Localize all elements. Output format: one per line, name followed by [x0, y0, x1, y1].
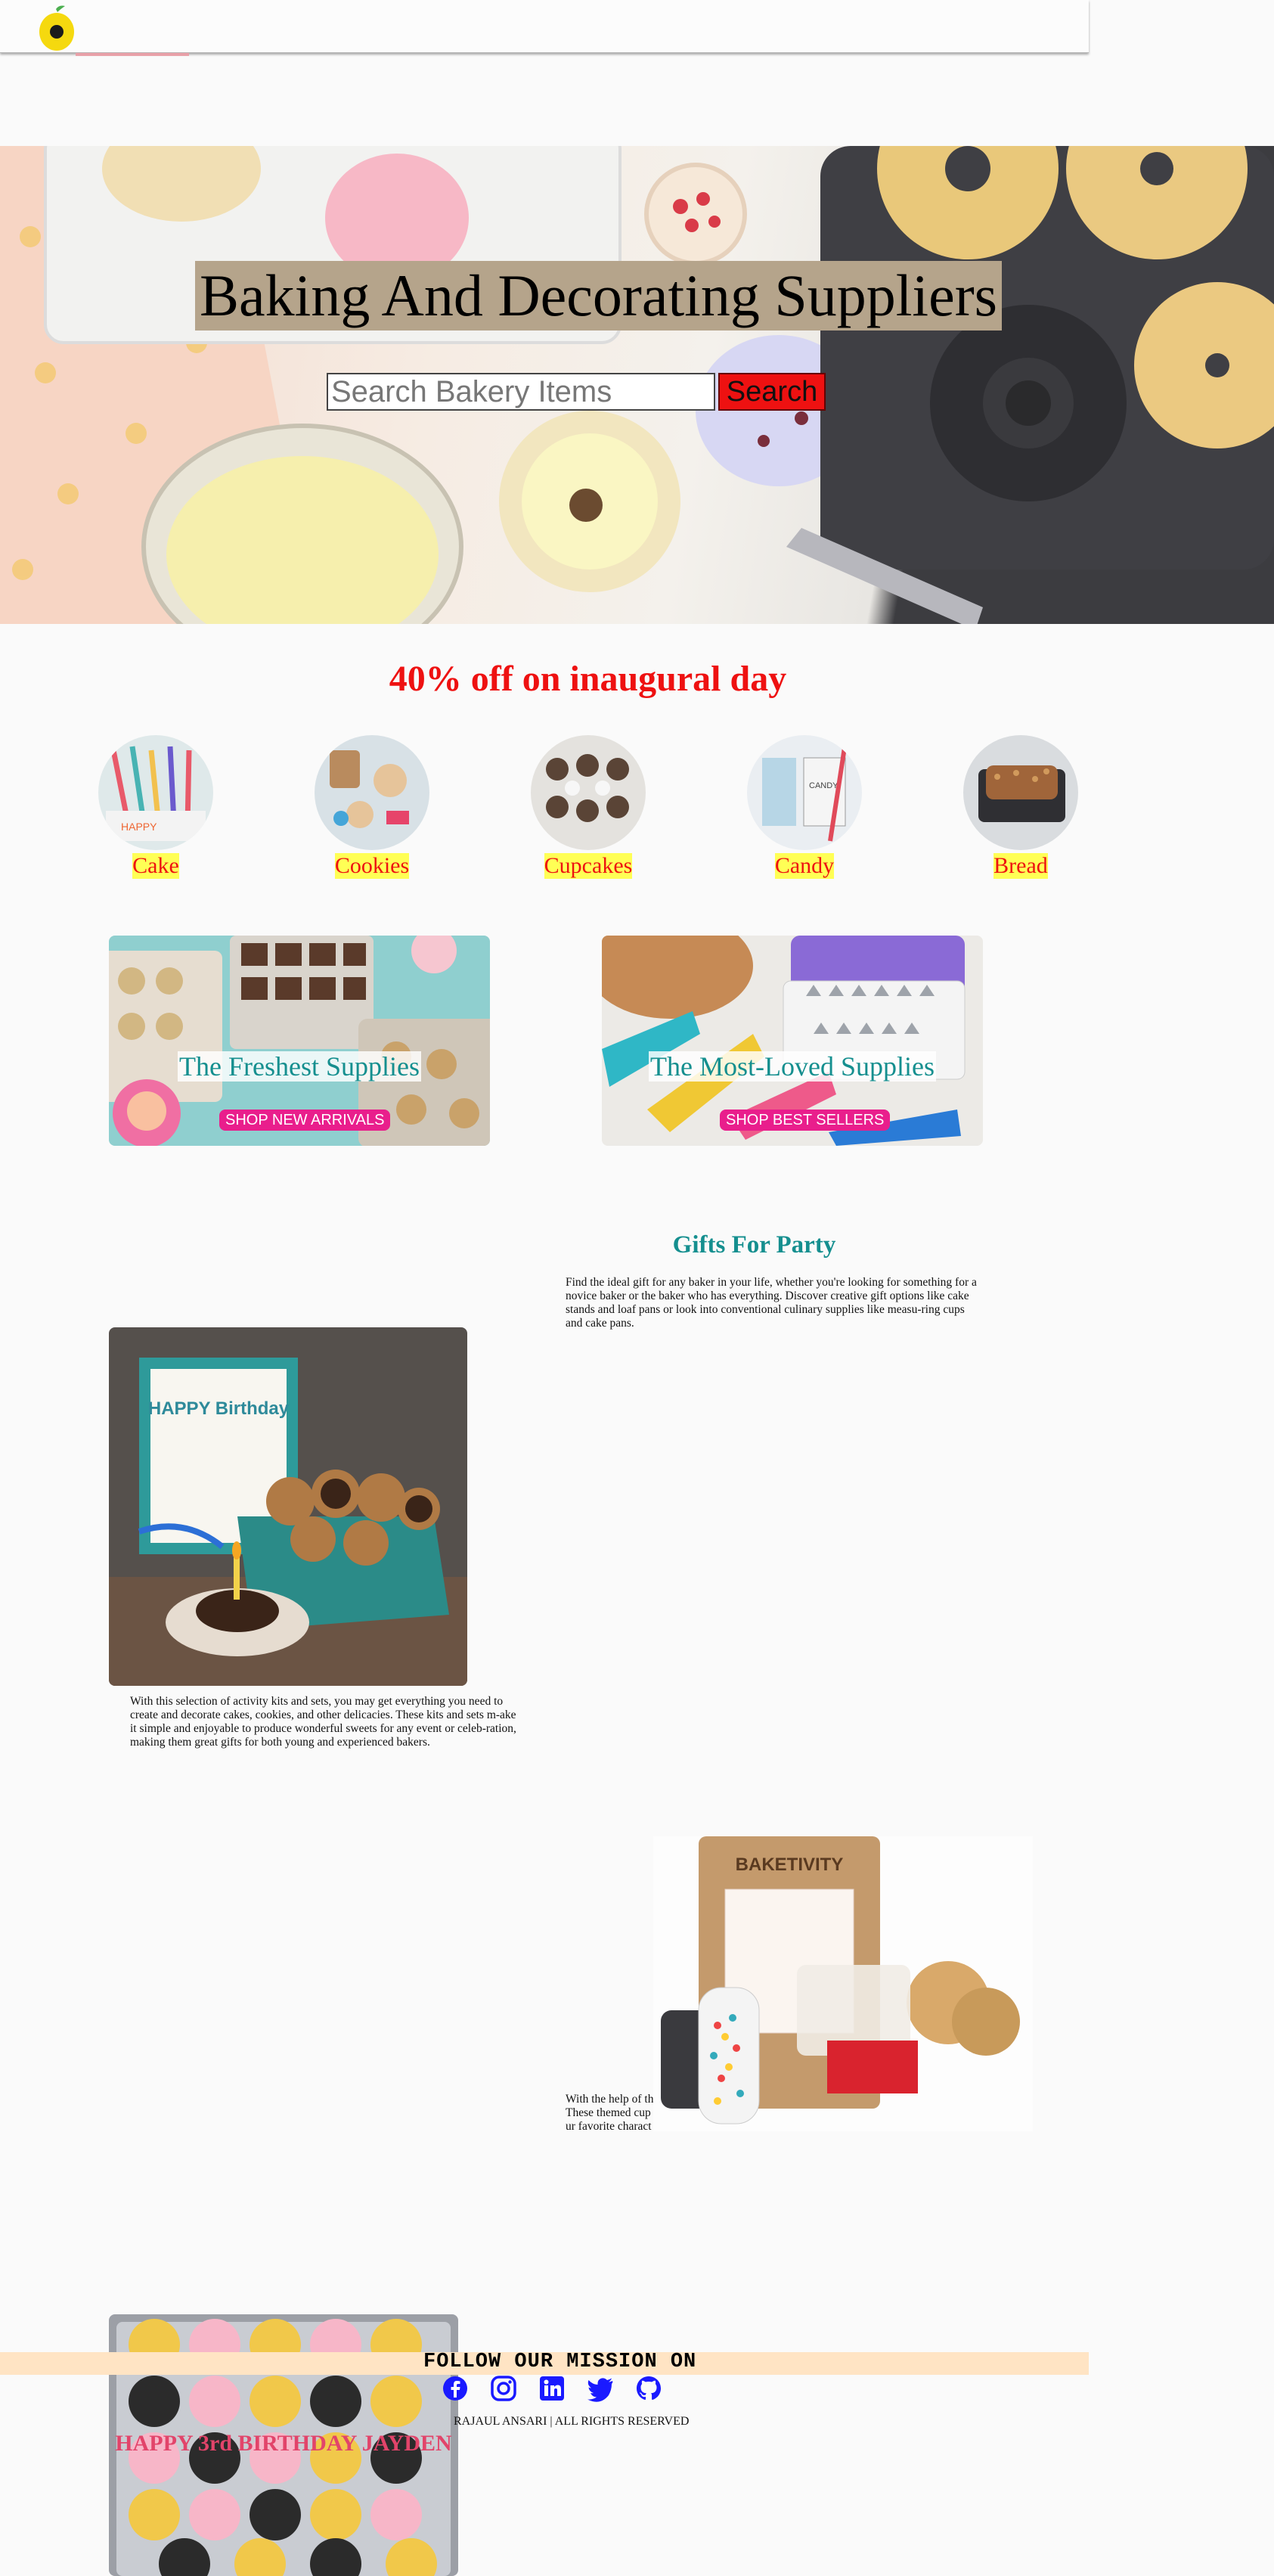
top-navbar — [0, 0, 1089, 53]
promo-card-best-sellers[interactable]: The Most-Loved Supplies SHOP BEST SELLER… — [602, 936, 983, 1146]
candy-image[interactable]: CANDY — [747, 735, 862, 850]
svg-text:HAPPY: HAPPY — [121, 821, 157, 833]
category-label[interactable]: Cupcakes — [544, 853, 633, 879]
category-candy[interactable]: CANDY Candy — [744, 735, 865, 879]
svg-text:CANDY: CANDY — [809, 781, 838, 790]
search-input[interactable] — [327, 373, 715, 411]
gifts-paragraph-3: With the help of th These themed cup ur … — [566, 2093, 654, 2133]
birthday-cookie-gift-image: HAPPY Birthday — [109, 1327, 467, 1686]
gifts-paragraph-2: With this selection of activity kits and… — [130, 1695, 516, 1749]
category-cookies[interactable]: Cookies — [312, 735, 432, 879]
shop-best-sellers-button[interactable]: SHOP BEST SELLERS — [720, 1110, 891, 1131]
gifts-paragraph-1: Find the ideal gift for any baker in you… — [566, 1276, 977, 1330]
nav-active-indicator — [76, 53, 189, 56]
lemon-logo-icon[interactable] — [36, 3, 77, 51]
linkedin-icon[interactable] — [538, 2375, 566, 2402]
gifts-section-title: Gifts For Party — [672, 1231, 836, 1259]
category-cupcakes[interactable]: Cupcakes — [528, 735, 649, 879]
promo-title: The Freshest Supplies — [178, 1051, 421, 1082]
category-bread[interactable]: Bread — [960, 735, 1081, 879]
shop-new-arrivals-button[interactable]: SHOP NEW ARRIVALS — [219, 1110, 391, 1131]
facebook-icon[interactable] — [442, 2375, 469, 2402]
category-label[interactable]: Cookies — [334, 853, 410, 879]
kit-brand-text: BAKETIVITY — [736, 1854, 844, 1875]
category-label[interactable]: Candy — [774, 853, 835, 879]
bread-image[interactable] — [963, 735, 1078, 850]
cake-image[interactable]: HAPPY — [98, 735, 213, 850]
gift-box-text: HAPPY Birthday — [148, 1398, 290, 1419]
promo-card-new-arrivals[interactable]: The Freshest Supplies SHOP NEW ARRIVALS — [109, 936, 490, 1146]
cake-text: HAPPY 3rd BIRTHDAY JAYDEN — [115, 2431, 452, 2456]
hero-banner: Baking And Decorating Suppliers Search — [0, 146, 1274, 624]
category-label[interactable]: Cake — [132, 853, 179, 879]
category-cake[interactable]: HAPPY Cake — [95, 735, 216, 879]
github-icon[interactable] — [635, 2375, 662, 2402]
footer-copyright: RAJAUL ANSARI | ALL RIGHTS RESERVED — [454, 2415, 690, 2428]
cupcakes-image[interactable] — [531, 735, 646, 850]
promo-title: The Most-Loved Supplies — [649, 1051, 936, 1082]
hero-title: Baking And Decorating Suppliers — [195, 261, 1003, 331]
instagram-icon[interactable] — [490, 2375, 517, 2402]
offer-banner: 40% off on inaugural day — [389, 659, 787, 699]
cookies-image[interactable] — [315, 735, 429, 850]
category-label[interactable]: Bread — [993, 853, 1048, 879]
twitter-icon[interactable] — [587, 2375, 614, 2402]
footer-mission-text: FOLLOW OUR MISSION ON — [423, 2351, 697, 2373]
search-button[interactable]: Search — [718, 373, 826, 411]
baketivity-kit-image: BAKETIVITY — [653, 1836, 1033, 2131]
